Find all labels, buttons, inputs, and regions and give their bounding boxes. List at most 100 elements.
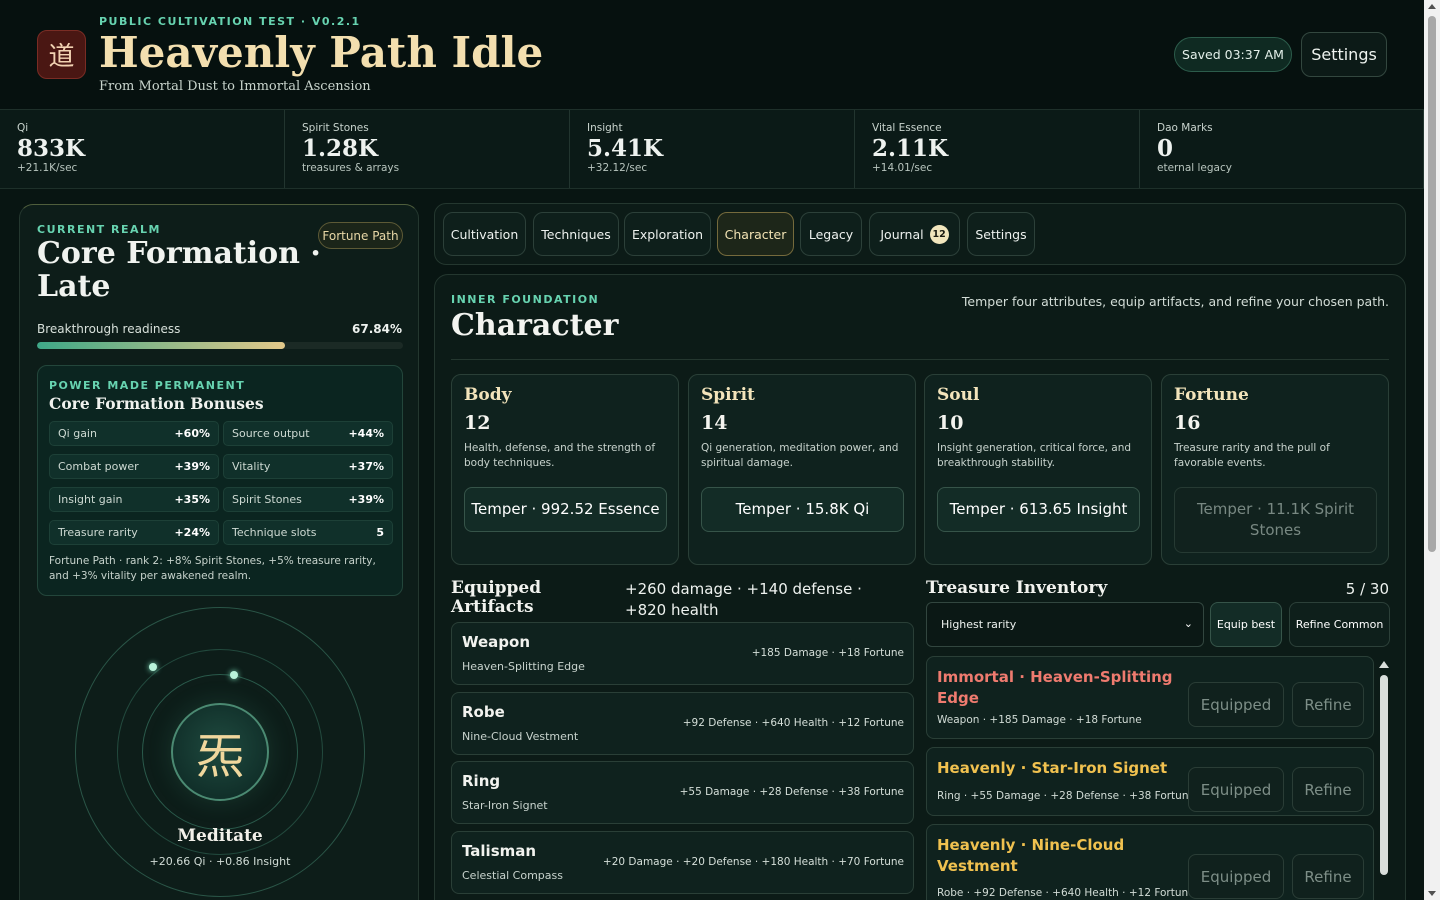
- bonus-cell: Source output +44%: [223, 421, 393, 446]
- equipped-button[interactable]: Equipped: [1188, 854, 1284, 899]
- resource-vital-essence: Vital Essence 2.11K +14.01/sec: [855, 110, 1140, 188]
- realm-eyebrow: CURRENT REALM: [37, 223, 161, 236]
- resource-insight: Insight 5.41K +32.12/sec: [570, 110, 855, 188]
- bonus-label: Insight gain: [58, 493, 123, 506]
- attribute-description: Insight generation, critical force, and …: [937, 442, 1132, 469]
- attribute-level: 12: [464, 412, 491, 434]
- bonus-label: Qi gain: [58, 427, 97, 440]
- header-settings-button[interactable]: Settings: [1301, 32, 1387, 77]
- section-eyebrow: INNER FOUNDATION: [451, 293, 600, 306]
- bonus-cell: Insight gain +35%: [49, 487, 219, 512]
- orb-particle-icon: [149, 663, 157, 671]
- scroll-down-icon[interactable]: [1428, 891, 1436, 896]
- temper-body-button[interactable]: Temper · 992.52 Essence: [464, 487, 667, 532]
- tab-cultivation[interactable]: Cultivation: [443, 212, 526, 256]
- inventory-item: Heavenly · Nine-Cloud Vestment Robe · +9…: [926, 824, 1374, 900]
- inventory-scroll-thumb[interactable]: [1380, 675, 1388, 875]
- inventory-item: Immortal · Heaven-Splitting Edge Weapon …: [926, 656, 1374, 739]
- temper-soul-button[interactable]: Temper · 613.65 Insight: [937, 487, 1140, 532]
- tab-label: Exploration: [631, 226, 704, 242]
- equipped-button[interactable]: Equipped: [1188, 767, 1284, 812]
- attribute-name: Body: [464, 385, 512, 405]
- attribute-description: Treasure rarity and the pull of favorabl…: [1174, 442, 1330, 469]
- bonus-title: Core Formation Bonuses: [49, 394, 264, 413]
- resource-value: 5.41K: [587, 135, 664, 162]
- tab-label: Settings: [975, 226, 1027, 242]
- page-scrollbar[interactable]: [1424, 0, 1440, 900]
- readiness-label: Breakthrough readiness: [37, 322, 181, 336]
- artifact-slot-name: Talisman: [462, 842, 537, 860]
- bonus-label: Spirit Stones: [232, 493, 302, 506]
- page-description: Temper four attributes, equip artifacts,…: [961, 294, 1389, 309]
- refine-button[interactable]: Refine: [1292, 767, 1364, 812]
- readiness-progress-bar: [37, 342, 403, 349]
- bonus-label: Combat power: [58, 460, 139, 473]
- tab-label: Cultivation: [450, 226, 519, 242]
- resource-value: 833K: [17, 135, 86, 162]
- chevron-down-icon: ⌄: [1183, 617, 1193, 630]
- inventory-item-stats: Robe · +92 Defense · +640 Health · +12 F…: [937, 887, 1195, 899]
- refine-common-button[interactable]: Refine Common: [1289, 602, 1390, 647]
- tab-character[interactable]: Character: [717, 212, 794, 256]
- bonus-value: +39%: [174, 460, 210, 473]
- inventory-item-name: Heavenly · Nine-Cloud Vestment: [937, 836, 1125, 875]
- treasure-inventory-title: Treasure Inventory: [926, 578, 1108, 598]
- character-panel: INNER FOUNDATION Character Temper four a…: [434, 274, 1406, 900]
- resource-rate: treasures & arrays: [302, 162, 400, 174]
- equipped-button[interactable]: Equipped: [1188, 682, 1284, 727]
- resource-bar: Qi 833K +21.1K/sec Spirit Stones 1.28K t…: [0, 109, 1424, 189]
- equip-best-button[interactable]: Equip best: [1210, 602, 1282, 647]
- tab-exploration[interactable]: Exploration: [624, 212, 711, 256]
- tab-techniques[interactable]: Techniques: [533, 212, 619, 256]
- refine-button[interactable]: Refine: [1292, 854, 1364, 899]
- artifact-slot-name: Weapon: [462, 633, 531, 651]
- bonus-label: Source output: [232, 427, 310, 440]
- inventory-item-stats: Weapon · +185 Damage · +18 Fortune: [937, 714, 1142, 726]
- tab-journal[interactable]: Journal 12: [869, 212, 960, 256]
- page-title: Character: [451, 308, 619, 343]
- artifact-stats: +55 Damage · +28 Defense · +38 Fortune: [679, 786, 904, 798]
- artifact-stats: +20 Damage · +20 Defense · +180 Health ·…: [602, 856, 904, 868]
- refine-button[interactable]: Refine: [1292, 682, 1364, 727]
- resource-name: Vital Essence: [872, 122, 942, 134]
- bonus-value: +44%: [348, 427, 384, 440]
- resource-spirit-stones: Spirit Stones 1.28K treasures & arrays: [285, 110, 570, 188]
- bonus-label: Technique slots: [232, 526, 317, 539]
- page-scroll-thumb[interactable]: [1428, 16, 1436, 552]
- resource-name: Insight: [587, 122, 623, 134]
- resource-qi: Qi 833K +21.1K/sec: [0, 110, 285, 188]
- bonus-grid: Qi gain +60% Source output +44% Combat pow…: [49, 421, 393, 545]
- equipped-summary: +260 damage · +140 defense · +820 health: [625, 580, 862, 619]
- readiness-progress-fill: [37, 342, 286, 349]
- saved-status-badge: Saved 03:37 AM: [1174, 37, 1292, 72]
- tab-settings[interactable]: Settings: [967, 212, 1035, 256]
- attribute-name: Soul: [937, 385, 980, 405]
- app-header: 道 PUBLIC CULTIVATION TEST · V0.2.1 Heave…: [0, 0, 1424, 110]
- journal-count-badge: 12: [929, 224, 949, 244]
- bonus-cell: Qi gain +60%: [49, 421, 219, 446]
- meditate-label: Meditate: [177, 826, 263, 846]
- artifact-slot-robe[interactable]: Robe Nine-Cloud Vestment +92 Defense · +…: [451, 692, 914, 755]
- resource-name: Dao Marks: [1157, 122, 1213, 134]
- inventory-scrollbar[interactable]: [1379, 661, 1389, 900]
- scroll-up-icon[interactable]: [1428, 4, 1436, 9]
- resource-rate: eternal legacy: [1157, 162, 1232, 174]
- meditate-orb-button[interactable]: 炁 Meditate +20.66 Qi · +0.86 Insight: [75, 607, 365, 897]
- temper-fortune-button[interactable]: Temper · 11.1K Spirit Stones: [1174, 487, 1377, 553]
- artifact-slot-weapon[interactable]: Weapon Heaven-Splitting Edge +185 Damage…: [451, 622, 914, 685]
- artifact-slot-talisman[interactable]: Talisman Celestial Compass +20 Damage · …: [451, 831, 914, 894]
- readiness-value: 67.84%: [352, 322, 402, 336]
- inventory-item-stats: Ring · +55 Damage · +28 Defense · +38 Fo…: [937, 790, 1195, 802]
- inventory-sort-select[interactable]: Highest rarity ⌄: [926, 602, 1204, 647]
- artifact-slot-ring[interactable]: Ring Star-Iron Signet +55 Damage · +28 D…: [451, 761, 914, 824]
- tab-legacy[interactable]: Legacy: [800, 212, 862, 256]
- bonus-label: Vitality: [232, 460, 271, 473]
- app-subtitle: From Mortal Dust to Immortal Ascension: [99, 79, 371, 94]
- attribute-card-body: Body 12 Health, defense, and the strengt…: [451, 374, 679, 565]
- scroll-up-icon[interactable]: [1379, 661, 1389, 668]
- temper-spirit-button[interactable]: Temper · 15.8K Qi: [701, 487, 904, 532]
- attribute-level: 16: [1174, 412, 1201, 434]
- bonus-value: +37%: [348, 460, 384, 473]
- resource-name: Spirit Stones: [302, 122, 369, 134]
- inventory-item-name: Immortal · Heaven-Splitting Edge: [937, 668, 1173, 707]
